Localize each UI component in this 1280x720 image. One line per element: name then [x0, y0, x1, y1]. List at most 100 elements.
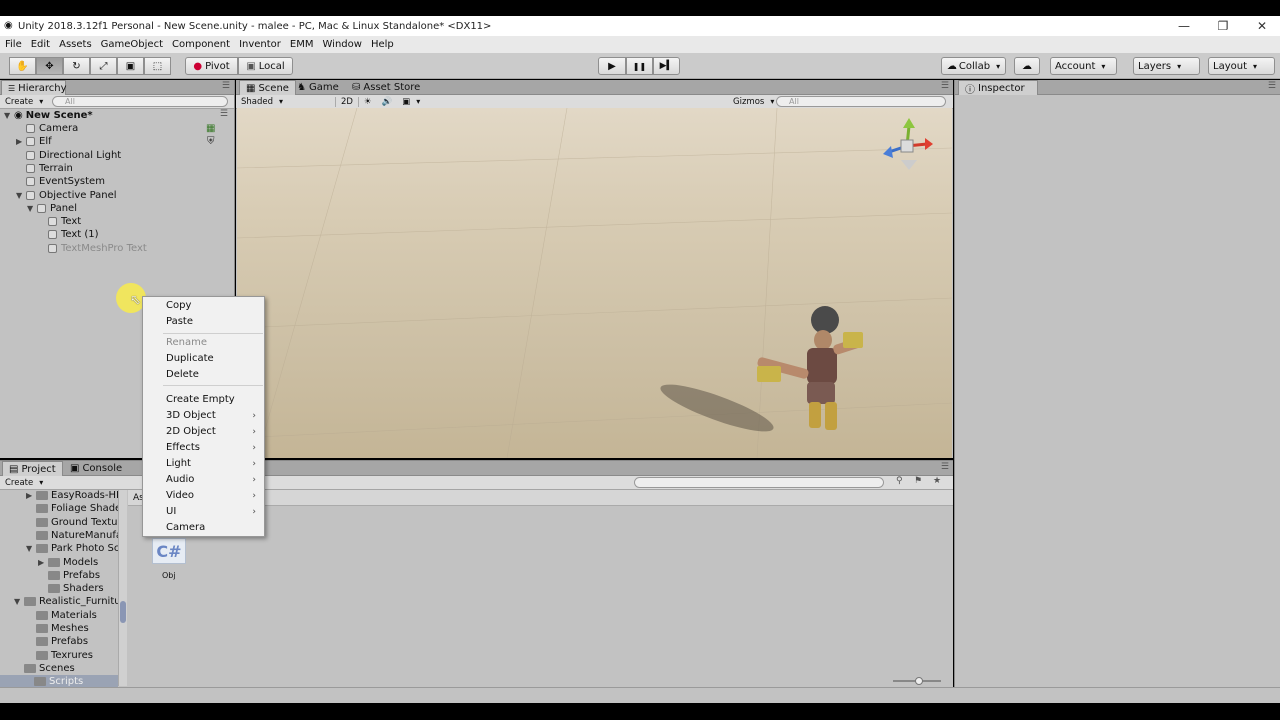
expand-arrow-icon[interactable]: ▶ [38, 558, 48, 567]
csharp-script-icon[interactable]: C# [152, 538, 186, 564]
scene-root-row[interactable]: ▼ ◉ New Scene* [4, 109, 93, 122]
project-menu-icon[interactable]: ☰ [941, 462, 949, 472]
context-menu-item-create-empty[interactable]: Create Empty [143, 392, 264, 407]
project-folder-item[interactable]: Ground Textu [26, 516, 118, 529]
scene-panel-menu-icon[interactable]: ☰ [941, 81, 949, 91]
scene-menu-icon[interactable]: ☰ [220, 109, 228, 119]
hierarchy-item[interactable]: ▼ Objective Panel [16, 189, 117, 202]
menu-edit[interactable]: Edit [31, 39, 50, 50]
hierarchy-item[interactable]: ▶ Elf [16, 135, 52, 148]
tab-game[interactable]: ♞ Game [291, 80, 345, 95]
menu-emm[interactable]: EMM [290, 39, 314, 50]
pause-button[interactable]: ❚❚ [626, 57, 653, 75]
expand-arrow-icon[interactable]: ▼ [26, 544, 36, 553]
favorite-star-icon[interactable]: ★ [933, 476, 941, 486]
folder-tree-scrollbar[interactable] [118, 490, 127, 686]
context-menu-item-paste[interactable]: Paste [143, 314, 264, 329]
project-folder-item[interactable]: Prefabs [38, 569, 100, 582]
tab-scene[interactable]: ▦ Scene [239, 80, 296, 95]
scene-orientation-gizmo[interactable] [883, 118, 933, 170]
project-folder-item[interactable]: Prefabs [26, 635, 88, 648]
hand-tool-button[interactable]: ✋ [9, 57, 36, 75]
elf-character-model[interactable] [657, 306, 864, 440]
shading-mode-dropdown[interactable]: Shaded [236, 96, 336, 107]
filter-label-icon[interactable]: ⚑ [914, 476, 922, 486]
tab-console[interactable]: ▣ Console [64, 461, 128, 476]
transform-tool-button[interactable]: ⬚ [144, 57, 171, 75]
context-menu-item-camera[interactable]: Camera [143, 520, 264, 535]
context-menu-item-delete[interactable]: Delete [143, 367, 264, 382]
hierarchy-item[interactable]: TextMeshPro Text [38, 242, 147, 255]
menu-window[interactable]: Window [323, 39, 362, 50]
pivot-toggle[interactable]: ● Pivot [185, 57, 238, 75]
context-menu-item-3d-object[interactable]: 3D Object › [143, 408, 264, 423]
project-folder-item[interactable]: ▼ Park Photo Sc [26, 542, 118, 555]
context-menu-item-ui[interactable]: UI › [143, 504, 264, 519]
menu-assets[interactable]: Assets [59, 39, 92, 50]
menu-file[interactable]: File [5, 39, 22, 50]
hierarchy-item[interactable]: Directional Light [16, 149, 121, 162]
hierarchy-item[interactable]: EventSystem [16, 175, 105, 188]
context-menu-item-video[interactable]: Video › [143, 488, 264, 503]
minimize-button[interactable]: — [1164, 16, 1204, 36]
move-tool-button[interactable]: ✥ [36, 57, 63, 75]
scene-search-input[interactable]: All [776, 96, 946, 107]
layers-dropdown[interactable]: Layers [1133, 57, 1200, 75]
close-button[interactable]: ✕ [1242, 16, 1280, 36]
project-folder-item[interactable]: Meshes [26, 622, 89, 635]
filter-type-icon[interactable]: ⚲ [896, 476, 903, 486]
play-button[interactable]: ▶ [598, 57, 626, 75]
audio-toggle-icon[interactable]: 🔊 [377, 97, 398, 107]
scrollbar-thumb[interactable] [120, 601, 126, 623]
project-folder-item[interactable]: Foliage Shade [26, 502, 118, 515]
step-button[interactable]: ▶▍ [653, 57, 680, 75]
scale-tool-button[interactable]: ⤢ [90, 57, 117, 75]
hierarchy-search-input[interactable]: All [52, 96, 228, 107]
local-toggle[interactable]: ▣ Local [238, 57, 293, 75]
effects-toggle-icon[interactable]: ▣ [397, 97, 425, 107]
expand-arrow-icon[interactable]: ▼ [14, 597, 24, 606]
tab-inspector[interactable]: ⓘ Inspector [958, 80, 1038, 96]
account-dropdown[interactable]: Account [1050, 57, 1117, 75]
project-folder-item[interactable]: ▼ Realistic_Furnitu [14, 595, 118, 608]
expand-arrow-icon[interactable]: ▼ [16, 191, 26, 200]
asset-label[interactable]: Obj [162, 571, 176, 580]
hierarchy-item[interactable]: Camera [16, 122, 78, 135]
expand-arrow-icon[interactable]: ▶ [26, 491, 36, 500]
project-folder-item[interactable]: Shaders [38, 582, 104, 595]
tab-hierarchy[interactable]: ☰ Hierarchy [1, 80, 67, 95]
scene-viewport[interactable] [237, 108, 952, 458]
zoom-slider[interactable] [893, 677, 941, 685]
hierarchy-item[interactable]: Terrain [16, 162, 73, 175]
hierarchy-item[interactable]: Text (1) [38, 228, 99, 241]
context-menu-item-effects[interactable]: Effects › [143, 440, 264, 455]
hierarchy-item[interactable]: ▼ Panel [27, 202, 77, 215]
context-menu-item-audio[interactable]: Audio › [143, 472, 264, 487]
menu-component[interactable]: Component [172, 39, 230, 50]
menu-gameobject[interactable]: GameObject [101, 39, 163, 50]
expand-arrow-icon[interactable]: ▼ [4, 111, 14, 120]
maximize-button[interactable]: ❐ [1203, 16, 1243, 36]
menu-inventor[interactable]: Inventor [239, 39, 281, 50]
2d-toggle[interactable]: 2D [336, 96, 359, 107]
hierarchy-create-button[interactable]: Create [0, 97, 48, 107]
tab-asset-store[interactable]: ⛁ Asset Store [346, 80, 426, 95]
panel-menu-icon[interactable]: ☰ [222, 81, 230, 91]
zoom-slider-handle[interactable] [915, 677, 923, 685]
project-folder-item[interactable]: Texrures [26, 649, 93, 662]
tab-project[interactable]: ▤ Project [2, 461, 63, 476]
context-menu-item-duplicate[interactable]: Duplicate [143, 351, 264, 366]
expand-arrow-icon[interactable]: ▶ [16, 137, 26, 146]
project-folder-item[interactable]: ▶ Models [38, 556, 98, 569]
menu-help[interactable]: Help [371, 39, 394, 50]
context-menu-item-copy[interactable]: Copy [143, 298, 264, 313]
rect-tool-button[interactable]: ▣ [117, 57, 144, 75]
project-folder-item[interactable]: Scenes [14, 662, 75, 675]
project-folder-item[interactable]: NatureManufa [26, 529, 118, 542]
context-menu-item-light[interactable]: Light › [143, 456, 264, 471]
project-folder-item[interactable]: Materials [26, 609, 97, 622]
cloud-button[interactable]: ☁ [1014, 57, 1040, 75]
lighting-toggle-icon[interactable]: ☀ [359, 97, 377, 107]
rotate-tool-button[interactable]: ↻ [63, 57, 90, 75]
inspector-menu-icon[interactable]: ☰ [1268, 81, 1276, 91]
